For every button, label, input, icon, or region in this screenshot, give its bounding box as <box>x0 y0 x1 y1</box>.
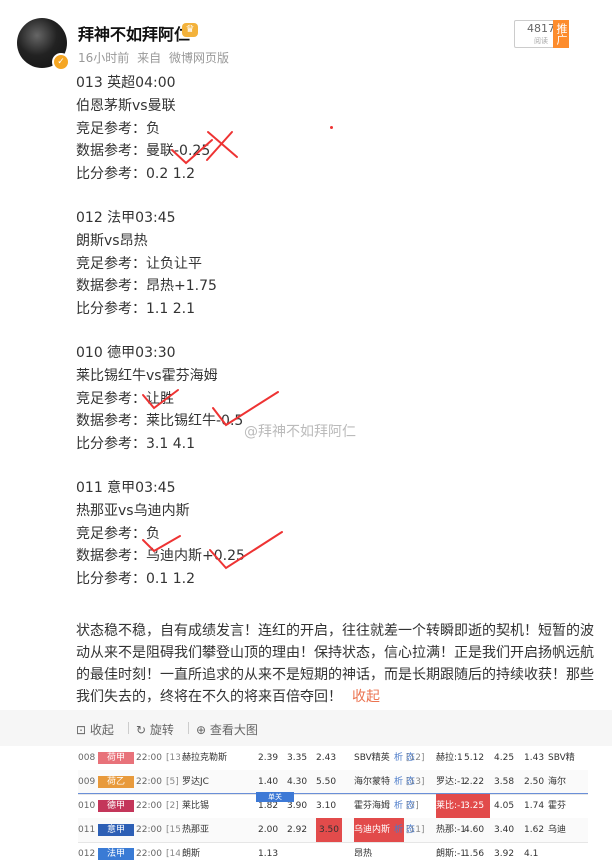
cell-home-rank: [5] <box>166 777 179 787</box>
cell-stat: 析 态 <box>394 825 415 835</box>
league-badge: 德甲 <box>98 800 134 812</box>
check-mark-1 <box>171 139 213 165</box>
cross-mark-1 <box>206 131 238 161</box>
cell-r-away: 海尔 <box>548 777 567 787</box>
cell-time: 22:00 <box>136 825 162 835</box>
check-mark-5 <box>209 531 283 570</box>
rotate-icon: ↻ <box>136 723 147 737</box>
toolbar-divider <box>188 722 189 734</box>
single-bet-tag: 单关 <box>256 792 294 802</box>
cell-r3: 4.1 <box>524 849 539 859</box>
cell-time: 22:00 <box>136 801 162 811</box>
cell-r2: 4.05 <box>494 801 515 811</box>
rotate-button[interactable]: ↻ 旋转 <box>136 721 174 738</box>
fold-button[interactable]: ⊡ 收起 <box>76 721 114 738</box>
post-body-text: 状态稳不稳，自有成绩发言！连红的开启，往往就差一个转瞬即逝的契机！短暂的波动从来… <box>76 623 594 705</box>
table-row: 意甲01122:00[15]热那亚2.002.923.50乌迪内斯[11]析 态… <box>78 818 588 843</box>
cell-o1: 1.13 <box>258 849 279 859</box>
cell-o3 <box>316 842 338 860</box>
cell-home: 赫拉克勒斯 <box>182 753 228 763</box>
cell-time: 22:00 <box>136 753 162 763</box>
collapse-link[interactable]: 收起 <box>352 689 380 705</box>
check-mark-2 <box>142 389 179 410</box>
rotate-label: 旋转 <box>149 723 174 737</box>
cell-stat: 析 态 <box>394 777 415 787</box>
cell-o2: 4.30 <box>287 777 308 787</box>
cell-time: 22:00 <box>136 777 162 787</box>
cell-o1: 1.40 <box>258 777 279 787</box>
post-body: 状态稳不稳，自有成绩发言！连红的开启，往往就差一个转瞬即逝的契机！短暂的波动从来… <box>76 620 594 708</box>
cell-home: 热那亚 <box>182 825 210 835</box>
cell-r1: 5.12 <box>464 753 485 763</box>
cell-stat: 析 态 <box>394 753 415 763</box>
cell-num: 010 <box>78 801 96 811</box>
cell-r2: 3.58 <box>494 777 515 787</box>
toolbar-divider <box>128 722 129 734</box>
cell-home-rank: [13] <box>166 753 180 763</box>
cell-o3: 3.10 <box>316 801 337 811</box>
league-badge: 意甲 <box>98 824 134 836</box>
cell-r-away <box>548 842 582 860</box>
view-large-label: 查看大图 <box>209 723 258 737</box>
cell-num: 008 <box>78 753 96 763</box>
table-row: 荷乙 009 22:00 [5] 罗达JC 1.40 4.30 5.50 海尔蒙特 [13] 析 态… <box>78 770 588 795</box>
cell-r1: 4.60 <box>464 825 485 835</box>
cell-home: 罗达JC <box>182 777 209 787</box>
cell-num: 011 <box>78 825 96 835</box>
cell-o3: 5.50 <box>316 777 337 787</box>
zoom-icon: ⊕ <box>196 723 207 737</box>
cell-o2 <box>287 842 309 860</box>
cell-r1: 2.22 <box>464 777 485 787</box>
cell-o3: 2.43 <box>316 753 337 763</box>
league-badge: 荷乙 <box>98 776 134 788</box>
cell-o2: 2.92 <box>287 825 308 835</box>
cell-stat <box>394 842 424 860</box>
league-badge: 法甲 <box>98 848 134 860</box>
cell-time: 22:00 <box>136 849 162 859</box>
fold-icon: ⊡ <box>76 723 87 737</box>
cell-home: 莱比锡 <box>182 801 210 811</box>
cell-o1: 2.39 <box>258 753 279 763</box>
cell-num: 009 <box>78 777 96 787</box>
cell-o3: 3.50 <box>316 818 342 842</box>
table-row: 德甲 010 22:00 [2] 莱比锡 1.82 3.90 3.10 霍芬海姆 [7] 析 态莱比… <box>78 792 588 820</box>
cell-r2: 3.40 <box>494 825 515 835</box>
cell-r1: 1.56 <box>464 849 485 859</box>
cell-stat: 析 态 <box>394 801 415 811</box>
cell-home-rank: [2] <box>166 801 179 811</box>
cell-home-rank: [15] <box>166 825 180 835</box>
cell-num: 012 <box>78 849 96 859</box>
view-large-button[interactable]: ⊕ 查看大图 <box>196 721 258 738</box>
cell-r2: 4.25 <box>494 753 515 763</box>
cell-r3: 1.74 <box>524 801 545 811</box>
table-row: 法甲01222:00[14]朗斯1.13昂热朗斯:-11.563.924.1 <box>78 842 588 860</box>
check-mark-3 <box>212 391 279 427</box>
fold-label: 收起 <box>89 723 114 737</box>
check-mark-4 <box>142 535 181 553</box>
league-badge: 荷甲 <box>98 752 134 764</box>
cell-o1: 2.00 <box>258 825 279 835</box>
cell-home: 朗斯 <box>182 849 201 859</box>
cell-home-rank: [14] <box>166 849 180 859</box>
table-row: 荷甲00822:00[13]赫拉克勒斯2.393.352.43SBV精英[12]… <box>78 746 588 771</box>
cell-r3: 1.43 <box>524 753 545 763</box>
cell-r-away: 乌迪 <box>548 825 567 835</box>
cell-r-away: SBV精 <box>548 753 575 763</box>
cell-r3: 2.50 <box>524 777 545 787</box>
image-toolbar: ⊡ 收起 ↻ 旋转 ⊕ 查看大图 <box>0 710 612 746</box>
odds-table-image[interactable]: 荷甲00822:00[13]赫拉克勒斯2.393.352.43SBV精英[12]… <box>78 746 588 860</box>
cell-r-away: 霍芬 <box>548 801 567 811</box>
cell-o2: 3.35 <box>287 753 308 763</box>
cell-r1: 3.25 <box>464 794 490 818</box>
cell-r3: 1.62 <box>524 825 545 835</box>
cell-r2: 3.92 <box>494 849 515 859</box>
